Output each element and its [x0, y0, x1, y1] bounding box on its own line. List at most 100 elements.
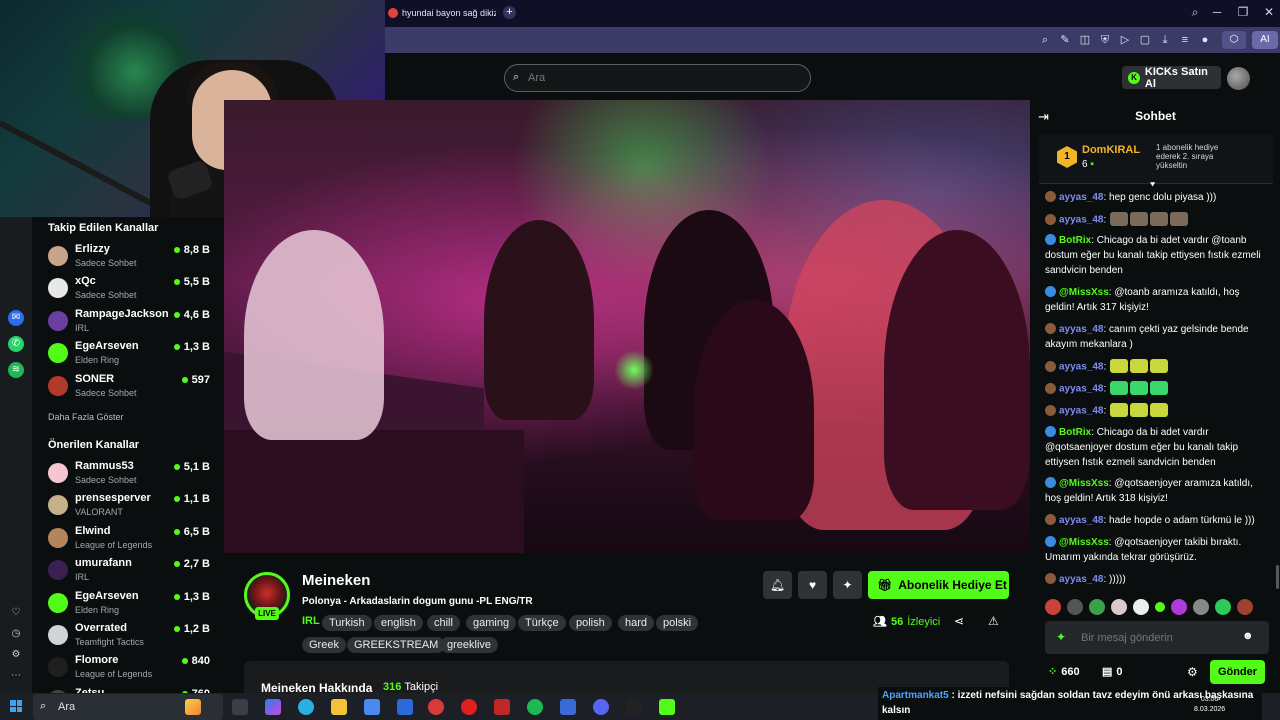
stream-tag[interactable]: hard — [618, 615, 655, 631]
sidebar-channel[interactable]: EgeArseven Elden Ring 1,3 B — [46, 340, 216, 370]
sidebar-channel[interactable]: umurafann IRL 2,7 B — [46, 557, 216, 587]
chat-username[interactable]: @MissXss — [1059, 287, 1109, 298]
stream-tag[interactable]: Türkçe — [518, 615, 566, 631]
emote-icon[interactable] — [1237, 599, 1253, 615]
search-input[interactable] — [528, 70, 778, 86]
emote-icon[interactable] — [1089, 599, 1105, 615]
discord-icon[interactable] — [593, 699, 609, 715]
play-icon[interactable]: ▷ — [1118, 33, 1132, 47]
store-icon[interactable] — [364, 699, 380, 715]
user-avatar[interactable] — [1227, 67, 1250, 90]
stream-tag[interactable]: polski — [656, 615, 699, 631]
sidebar-channel[interactable]: prensesperver VALORANT 1,1 B — [46, 492, 216, 522]
stream-category[interactable]: IRL — [302, 615, 320, 627]
extension-button[interactable]: ⬡ — [1222, 31, 1246, 49]
kicks-balance[interactable]: ⁘ 660 — [1048, 665, 1080, 679]
sidebar-channel[interactable]: Flomore League of Legends 840 — [46, 654, 216, 684]
stream-tag[interactable]: english — [374, 615, 423, 631]
emote-icon[interactable] — [1155, 602, 1165, 612]
stream-tag[interactable]: Greek — [302, 637, 346, 653]
sidebar-channel[interactable]: Overrated Teamfight Tactics 1,2 B — [46, 622, 216, 652]
chat-username[interactable]: ayyas_48 — [1059, 406, 1104, 417]
messenger-icon[interactable]: ✉ — [8, 310, 24, 326]
report-icon[interactable]: ⚠ — [988, 614, 999, 628]
gift-balance[interactable]: ▤ 0 — [1102, 665, 1123, 679]
chat-message-input[interactable] — [1081, 630, 1241, 646]
sidebar-channel[interactable]: Elwind League of Legends 6,5 B — [46, 525, 216, 555]
whatsapp-icon[interactable]: ✆ — [8, 336, 24, 352]
sidebar-channel[interactable]: xQc Sadece Sohbet 5,5 B — [46, 275, 216, 305]
sidebar-channel[interactable]: Erlizzy Sadece Sohbet 8,8 B — [46, 243, 216, 273]
stream-tag[interactable]: Turkish — [322, 615, 372, 631]
chat-username[interactable]: @MissXss — [1059, 478, 1109, 489]
spotify-icon[interactable]: ≋ — [8, 362, 24, 378]
chat-username[interactable]: BotRix — [1059, 235, 1091, 246]
taskbar-clock[interactable]: 03:06 8.03.2026 — [1194, 695, 1225, 715]
send-button[interactable]: Gönder — [1210, 660, 1265, 684]
copilot-app-icon[interactable] — [265, 699, 281, 715]
sidebar-channel[interactable]: EgeArseven Elden Ring 1,3 B — [46, 590, 216, 620]
chat-scrollbar[interactable] — [1276, 565, 1279, 589]
sidebar-channel[interactable]: Rammus53 Sadece Sohbet 5,1 B — [46, 460, 216, 490]
chat-username[interactable]: @MissXss — [1059, 537, 1109, 548]
chat-username[interactable]: ayyas_48 — [1059, 324, 1104, 335]
maximize-icon[interactable]: ❐ — [1233, 5, 1253, 19]
sparkle-icon[interactable]: ✦ — [1056, 630, 1066, 644]
shield-icon[interactable]: ⛨ — [1098, 33, 1112, 47]
stream-tag[interactable]: gaming — [466, 615, 517, 631]
edit-icon[interactable]: ✎ — [1058, 33, 1072, 47]
show-more-link[interactable]: Daha Fazla Göster — [48, 412, 124, 422]
follow-heart-button[interactable]: ♥ — [798, 571, 827, 599]
minimize-icon[interactable]: ─ — [1207, 5, 1227, 19]
streamer-name[interactable]: Meineken — [302, 572, 370, 589]
chat-username[interactable]: ayyas_48 — [1059, 384, 1104, 395]
profile-icon[interactable]: ● — [1198, 33, 1212, 47]
search-tabs-icon[interactable]: ⌕ — [1185, 5, 1205, 20]
emote-icon[interactable] — [1045, 599, 1061, 615]
opera-icon[interactable] — [461, 699, 477, 715]
spotify-taskbar-icon[interactable] — [527, 699, 543, 715]
ai-button[interactable]: AI — [1252, 31, 1278, 49]
emote-icon[interactable] — [1111, 599, 1127, 615]
chat-username[interactable]: ayyas_48 — [1059, 362, 1104, 373]
chat-username[interactable]: ayyas_48 — [1059, 215, 1104, 226]
gift-subscription-button[interactable]: 🎁︎ Abonelik Hediye Et — [868, 571, 1009, 599]
notification-button[interactable]: 🔔︎ — [763, 571, 792, 599]
chat-username[interactable]: BotRix — [1059, 427, 1091, 438]
emote-icon[interactable] — [1133, 599, 1149, 615]
emote-icon[interactable] — [1193, 599, 1209, 615]
stream-tag[interactable]: GREEKSTREAM — [347, 637, 446, 653]
video-player[interactable] — [224, 100, 1030, 553]
stream-tag[interactable]: polish — [569, 615, 612, 631]
file-explorer-icon[interactable] — [331, 699, 347, 715]
sidebar-channel[interactable]: SONER Sadece Sohbet 597 — [46, 373, 216, 403]
more-icon[interactable]: ⋯ — [8, 668, 24, 684]
history-icon[interactable]: ◷ — [8, 626, 24, 642]
chat-username[interactable]: ayyas_48 — [1059, 192, 1104, 203]
new-tab-button[interactable]: + — [503, 6, 516, 19]
zoom-icon[interactable]: ⌕ — [1038, 33, 1052, 47]
terminal-icon[interactable] — [626, 699, 642, 715]
chat-username[interactable]: ayyas_48 — [1059, 515, 1104, 526]
edge-icon[interactable] — [298, 699, 314, 715]
menu-icon[interactable]: ≡ — [1178, 33, 1192, 47]
share-icon[interactable]: ⋖ — [954, 614, 964, 628]
sidebar-channel[interactable]: RampageJackson IRL 4,6 B — [46, 308, 216, 338]
heart-icon[interactable]: ♡ — [8, 605, 24, 621]
windows-start-icon[interactable] — [10, 700, 22, 712]
sparkle-button[interactable]: ✦ — [833, 571, 862, 599]
browser-tab[interactable]: hyundai bayon sağ dikiz a — [388, 4, 496, 22]
leader-name[interactable]: DomKIRAL — [1082, 144, 1140, 156]
buy-kicks-button[interactable]: K KICKs Satın Al — [1122, 66, 1221, 90]
settings-icon[interactable]: ⚙ — [8, 647, 24, 663]
app-icon[interactable] — [494, 699, 510, 715]
close-icon[interactable]: ✕ — [1259, 5, 1279, 19]
task-view-icon[interactable] — [232, 699, 248, 715]
stream-tag[interactable]: chill — [427, 615, 460, 631]
stream-tag[interactable]: greeklive — [440, 637, 499, 653]
emote-icon[interactable] — [1171, 599, 1187, 615]
mail-icon[interactable] — [397, 699, 413, 715]
box-icon[interactable]: ▢ — [1138, 33, 1152, 47]
opera-gx-icon[interactable] — [428, 699, 444, 715]
copilot-icon[interactable] — [185, 699, 201, 715]
